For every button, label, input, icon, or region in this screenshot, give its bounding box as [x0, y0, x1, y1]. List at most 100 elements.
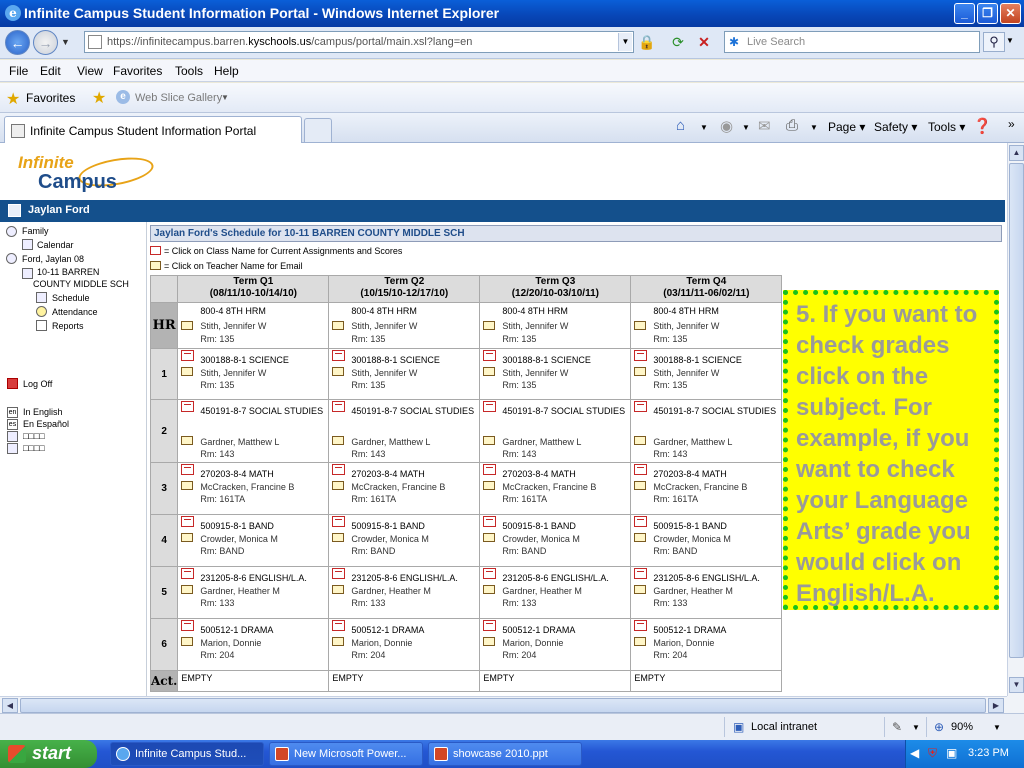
class-name-link[interactable]: 450191-8-7 SOCIAL STUDIES: [351, 406, 474, 416]
class-name-link[interactable]: 450191-8-7 SOCIAL STUDIES: [653, 406, 776, 416]
class-link-icon[interactable]: [634, 401, 648, 412]
url-text[interactable]: https://infinitecampus.barren.kyschools.…: [107, 36, 472, 48]
sidebar-item-reports[interactable]: Reports: [52, 320, 84, 332]
class-link-icon[interactable]: [332, 401, 346, 412]
search-box[interactable]: ✱ Live Search: [724, 31, 980, 53]
class-name-link[interactable]: 270203-8-4 MATH: [653, 469, 726, 479]
class-name-link[interactable]: 231205-8-6 ENGLISH/L.A.: [502, 573, 609, 583]
class-name-link[interactable]: 450191-8-7 SOCIAL STUDIES: [200, 406, 323, 416]
scroll-down-arrow[interactable]: ▼: [1009, 677, 1024, 693]
email-icon[interactable]: [634, 367, 647, 376]
task-powerpoint-new[interactable]: New Microsoft Power...: [269, 742, 423, 766]
feeds-dropdown[interactable]: ▼: [742, 123, 750, 132]
email-icon[interactable]: [332, 481, 345, 490]
class-name-link[interactable]: 800-4 8TH HRM: [351, 306, 417, 316]
email-icon[interactable]: [483, 585, 496, 594]
network-icon[interactable]: ▣: [946, 746, 957, 760]
class-name-link[interactable]: 300188-8-1 SCIENCE: [351, 355, 440, 365]
class-name-link[interactable]: 500512-1 DRAMA: [351, 625, 424, 635]
security-zone[interactable]: Local intranet: [751, 721, 817, 733]
vertical-scrollbar[interactable]: ▲ ▼: [1007, 143, 1024, 696]
email-icon[interactable]: [483, 436, 496, 445]
teacher-name-link[interactable]: McCracken, Francine B: [200, 482, 294, 492]
lang-other1-link[interactable]: □□□□: [23, 430, 45, 442]
search-options-dropdown[interactable]: ▼: [1006, 36, 1014, 45]
home-icon[interactable]: ⌂: [676, 117, 685, 134]
tools-menu[interactable]: Tools ▾: [928, 120, 965, 134]
class-name-link[interactable]: 270203-8-4 MATH: [502, 469, 575, 479]
class-name-link[interactable]: 300188-8-1 SCIENCE: [653, 355, 742, 365]
print-dropdown[interactable]: ▼: [810, 123, 818, 132]
teacher-name-link[interactable]: Stith, Jennifer W: [200, 321, 266, 331]
teacher-name-link[interactable]: Stith, Jennifer W: [653, 321, 719, 331]
class-link-icon[interactable]: [181, 620, 195, 631]
scroll-left-arrow[interactable]: ◀: [2, 698, 18, 713]
email-icon[interactable]: [181, 367, 194, 376]
scroll-right-arrow[interactable]: ▶: [988, 698, 1004, 713]
refresh-button[interactable]: ⟳: [668, 32, 688, 52]
email-icon[interactable]: [181, 481, 194, 490]
class-name-link[interactable]: 450191-8-7 SOCIAL STUDIES: [502, 406, 625, 416]
class-link-icon[interactable]: [483, 568, 497, 579]
print-icon[interactable]: ⎙: [786, 117, 798, 134]
favorites-button[interactable]: Favorites: [26, 91, 75, 105]
start-button[interactable]: start: [0, 740, 97, 768]
teacher-name-link[interactable]: McCracken, Francine B: [502, 482, 596, 492]
class-name-link[interactable]: 500512-1 DRAMA: [200, 625, 273, 635]
lang-spanish-link[interactable]: En Español: [23, 418, 69, 430]
sidebar-item-logoff[interactable]: Log Off: [23, 378, 52, 390]
teacher-name-link[interactable]: Stith, Jennifer W: [351, 368, 417, 378]
class-name-link[interactable]: 800-4 8TH HRM: [502, 306, 568, 316]
email-icon[interactable]: [332, 533, 345, 542]
web-slice-dropdown[interactable]: ▼: [221, 93, 229, 102]
feeds-icon[interactable]: ◉: [720, 117, 733, 135]
email-icon[interactable]: [634, 585, 647, 594]
teacher-name-link[interactable]: Marion, Donnie: [502, 638, 563, 648]
search-icon[interactable]: ⚲: [983, 32, 1005, 52]
clock[interactable]: 3:23 PM: [968, 747, 1009, 759]
class-link-icon[interactable]: [332, 568, 346, 579]
safety-menu[interactable]: Safety ▾: [874, 120, 917, 134]
address-dropdown[interactable]: ▼: [618, 33, 632, 51]
horizontal-scroll-thumb[interactable]: [20, 698, 986, 713]
teacher-name-link[interactable]: Crowder, Monica M: [351, 534, 429, 544]
zoom-dropdown[interactable]: ▼: [993, 723, 1001, 732]
class-link-icon[interactable]: [332, 620, 346, 631]
lock-icon[interactable]: 🔒: [637, 32, 657, 52]
horizontal-scrollbar[interactable]: ◀ ▶: [0, 696, 1007, 713]
scroll-up-arrow[interactable]: ▲: [1009, 145, 1024, 161]
class-link-icon[interactable]: [483, 350, 497, 361]
forward-button[interactable]: →: [33, 30, 58, 55]
email-icon[interactable]: [483, 533, 496, 542]
email-icon[interactable]: [634, 637, 647, 646]
sidebar-item-school-line1[interactable]: 10-11 BARREN: [37, 266, 99, 278]
sidebar-item-family[interactable]: Family: [22, 225, 49, 237]
back-button[interactable]: ←: [5, 30, 30, 55]
email-icon[interactable]: [483, 481, 496, 490]
class-link-icon[interactable]: [634, 620, 648, 631]
read-mail-icon[interactable]: ✉: [758, 117, 771, 135]
teacher-name-link[interactable]: Stith, Jennifer W: [351, 321, 417, 331]
class-name-link[interactable]: 500512-1 DRAMA: [653, 625, 726, 635]
menu-tools[interactable]: Tools: [175, 64, 203, 78]
zoom-level[interactable]: 90%: [951, 721, 973, 733]
class-link-icon[interactable]: [483, 401, 497, 412]
email-icon[interactable]: [181, 533, 194, 542]
class-link-icon[interactable]: [483, 464, 497, 475]
vertical-scroll-thumb[interactable]: [1009, 163, 1024, 658]
teacher-name-link[interactable]: Stith, Jennifer W: [502, 368, 568, 378]
teacher-name-link[interactable]: Stith, Jennifer W: [502, 321, 568, 331]
menu-help[interactable]: Help: [214, 64, 239, 78]
add-favorite-icon[interactable]: ★: [92, 88, 106, 108]
email-icon[interactable]: [634, 481, 647, 490]
teacher-name-link[interactable]: Crowder, Monica M: [200, 534, 278, 544]
tray-expand-icon[interactable]: ◀: [910, 746, 919, 760]
protected-mode-dropdown[interactable]: ▼: [912, 723, 920, 732]
menu-favorites[interactable]: Favorites: [113, 64, 162, 78]
antivirus-icon[interactable]: ⛨: [928, 746, 937, 761]
menu-file[interactable]: File: [9, 64, 28, 78]
teacher-name-link[interactable]: Crowder, Monica M: [502, 534, 580, 544]
lang-other2-link[interactable]: □□□□: [23, 442, 45, 454]
address-bar[interactable]: https://infinitecampus.barren.kyschools.…: [84, 31, 634, 53]
web-slice-gallery-link[interactable]: Web Slice Gallery: [135, 92, 222, 104]
